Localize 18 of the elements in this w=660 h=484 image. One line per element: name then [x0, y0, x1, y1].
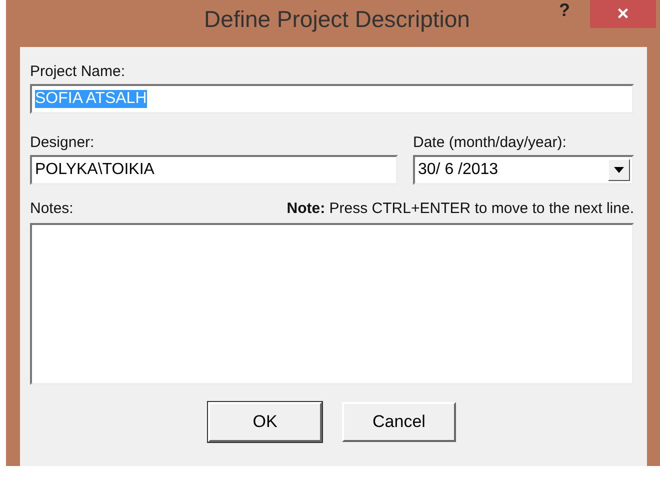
field-label: Date (month/day/year): [413, 134, 568, 151]
window-title: Define Project Description [204, 6, 470, 33]
dialog-button[interactable]: Cancel [342, 402, 456, 442]
field-value: POLYKA\TOIKIA [35, 161, 154, 179]
field-value: SOFIA ATSALH [35, 90, 147, 108]
caret-icon [614, 167, 624, 173]
notes-field[interactable] [30, 223, 634, 385]
field-label: Notes: [30, 200, 74, 217]
field-label: Designer: [30, 134, 96, 151]
dialog-button[interactable]: OK [208, 402, 322, 442]
dropdown-button[interactable] [608, 159, 630, 181]
date-dropdown[interactable]: 30/ 6 /2013 [413, 155, 634, 185]
close-button[interactable]: × [590, 0, 656, 28]
input-field[interactable]: POLYKA\TOIKIA [30, 155, 398, 185]
help-button[interactable]: ? [555, 0, 574, 21]
hint-text: Note: Press CTRL+ENTER to move to the next line. [286, 200, 634, 217]
field-value: 30/ 6 /2013 [418, 161, 498, 179]
field-label: Project Name: [30, 63, 126, 80]
